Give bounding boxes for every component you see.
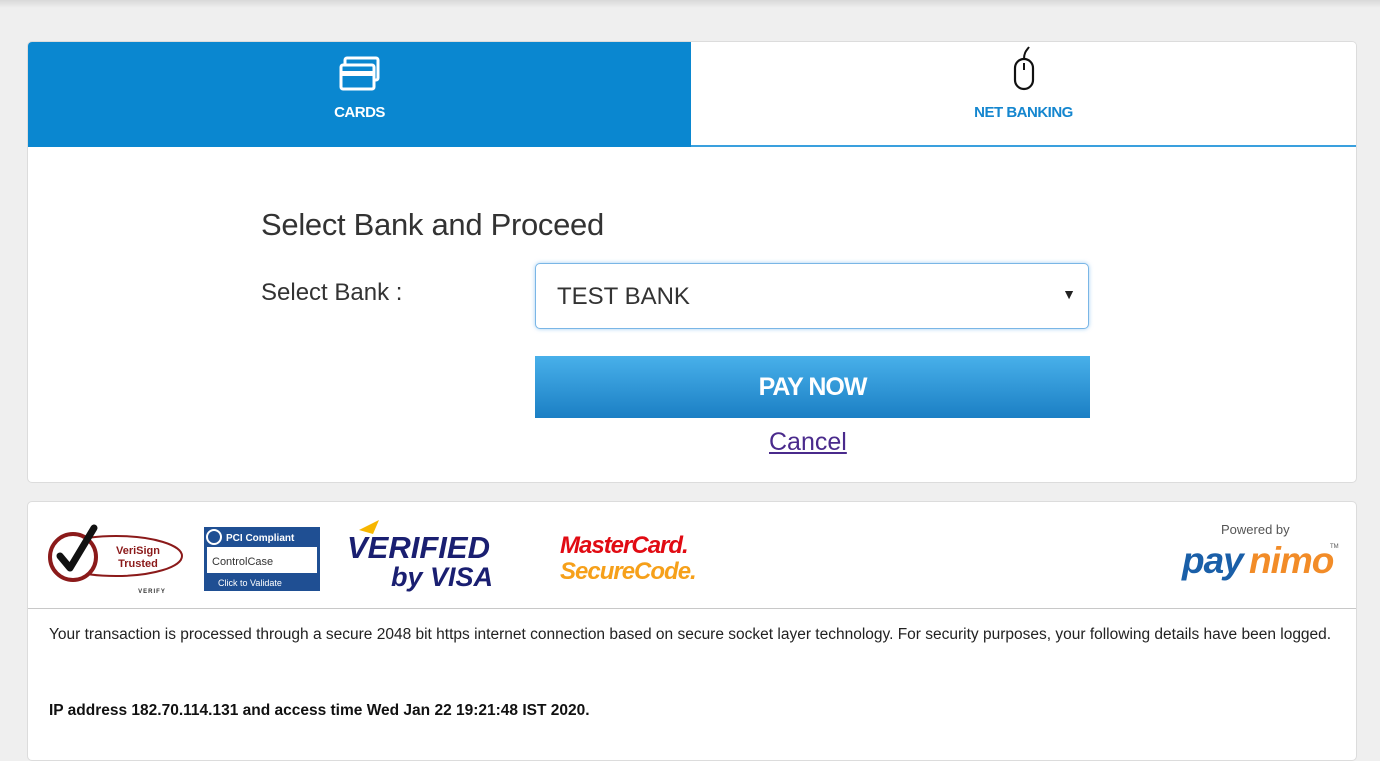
form-heading: Select Bank and Proceed — [261, 207, 604, 242]
bank-select-value: TEST BANK — [557, 283, 690, 310]
pci-text-1: PCI Compliant — [226, 533, 295, 544]
verified-by-visa-badge[interactable]: VERIFIED by VISA — [345, 512, 515, 592]
ip-access-log: IP address 182.70.114.131 and access tim… — [49, 702, 590, 719]
payment-panel: CARDS NET BANKING Select Bank and Procee… — [27, 41, 1357, 483]
paynimo-tm: TM — [1330, 544, 1339, 550]
card-icon — [339, 56, 381, 97]
pci-text-3: Click to Validate — [218, 578, 282, 588]
select-bank-label: Select Bank : — [261, 279, 403, 306]
vbv-text-1: VERIFIED — [347, 530, 490, 565]
bank-select[interactable]: TEST BANK ▼ — [535, 263, 1089, 329]
security-badges: VeriSign Trusted VERIFY PCI Compliant Co… — [28, 502, 1356, 608]
securecode-text: SecureCode. — [560, 558, 697, 585]
verisign-text-2: Trusted — [118, 558, 158, 570]
mastercard-text: MasterCard. — [560, 532, 689, 559]
verisign-text-3: VERIFY — [138, 589, 166, 595]
security-panel: VeriSign Trusted VERIFY PCI Compliant Co… — [27, 501, 1357, 761]
powered-by-label: Powered by — [1221, 522, 1290, 537]
paynimo-logo-nimo: nimo — [1249, 540, 1334, 581]
paynimo-logo-pay: pay — [1182, 540, 1244, 581]
mastercard-securecode-badge[interactable]: MasterCard. SecureCode. — [560, 532, 720, 588]
tab-net-banking[interactable]: NET BANKING — [691, 42, 1356, 147]
badges-divider — [28, 608, 1356, 609]
pay-now-button[interactable]: PAY NOW — [535, 356, 1090, 418]
paynimo-logo: pay nimo TM — [1182, 540, 1342, 584]
verisign-text-1: VeriSign — [116, 545, 160, 557]
tab-cards-label: CARDS — [334, 104, 385, 121]
caret-down-icon: ▼ — [1062, 286, 1076, 302]
payment-tabs: CARDS NET BANKING — [28, 42, 1356, 147]
tab-cards[interactable]: CARDS — [28, 42, 691, 147]
tab-net-banking-label: NET BANKING — [974, 104, 1073, 121]
vbv-text-2: by VISA — [391, 562, 493, 592]
cancel-link[interactable]: Cancel — [769, 428, 847, 457]
verisign-trusted-badge[interactable]: VeriSign Trusted VERIFY — [46, 516, 186, 596]
pci-compliant-badge[interactable]: PCI Compliant ControlCase Click to Valid… — [204, 527, 320, 591]
pci-text-2: ControlCase — [212, 556, 273, 568]
top-shadow — [0, 0, 1380, 8]
security-notice: Your transaction is processed through a … — [49, 626, 1332, 643]
mouse-icon — [1012, 46, 1036, 97]
